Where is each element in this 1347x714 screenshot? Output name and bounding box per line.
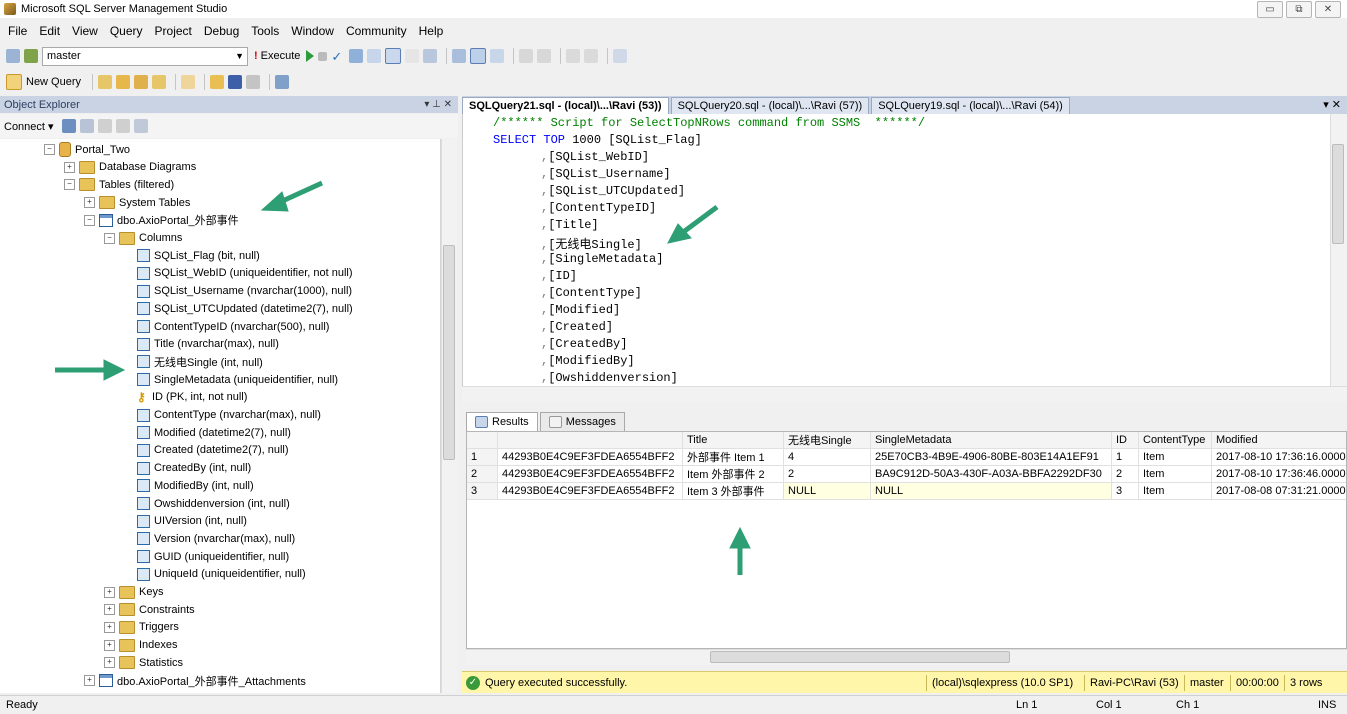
arrow-to-table [260, 180, 324, 212]
annotation-arrows [55, 180, 751, 575]
arrow-to-column [55, 359, 126, 381]
arrow-to-query-column [667, 204, 719, 244]
arrow-to-results [729, 526, 751, 575]
